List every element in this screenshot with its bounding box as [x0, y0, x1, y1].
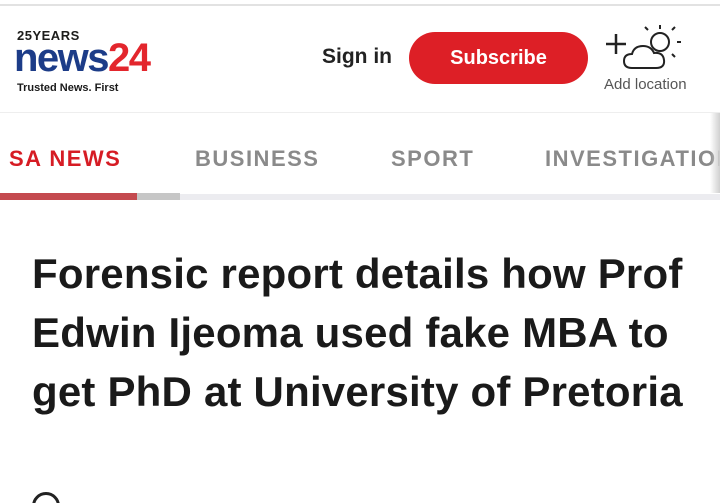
sign-in-link[interactable]: Sign in [322, 45, 392, 69]
clock-icon [32, 492, 60, 503]
logo-wordmark: news24 [14, 36, 151, 80]
add-location-label: Add location [604, 76, 687, 93]
top-border [0, 0, 720, 6]
nav-tab-business[interactable]: BUSINESS [195, 146, 319, 172]
nav-tab-sport[interactable]: SPORT [391, 146, 474, 172]
logo-tagline: Trusted News. First [17, 82, 119, 94]
nav-tab-sa-news[interactable]: SA NEWS [9, 146, 121, 172]
add-location-button[interactable]: Add location [598, 22, 708, 106]
news24-logo[interactable]: 25YEARS news24 Trusted News. First [14, 26, 164, 98]
nav-fade-edge [710, 113, 720, 193]
subscribe-button[interactable]: Subscribe [409, 32, 588, 84]
partly-cloudy-add-icon [606, 25, 681, 69]
nav-tab-investigations[interactable]: INVESTIGATIONS [545, 146, 720, 172]
section-nav: SA NEWS BUSINESS SPORT INVESTIGATIONS [0, 112, 720, 200]
site-header: 25YEARS news24 Trusted News. First Sign … [0, 8, 720, 112]
article-headline: Forensic report details how Prof Edwin I… [32, 250, 683, 415]
nav-scrollbar-thumb[interactable] [0, 193, 137, 200]
